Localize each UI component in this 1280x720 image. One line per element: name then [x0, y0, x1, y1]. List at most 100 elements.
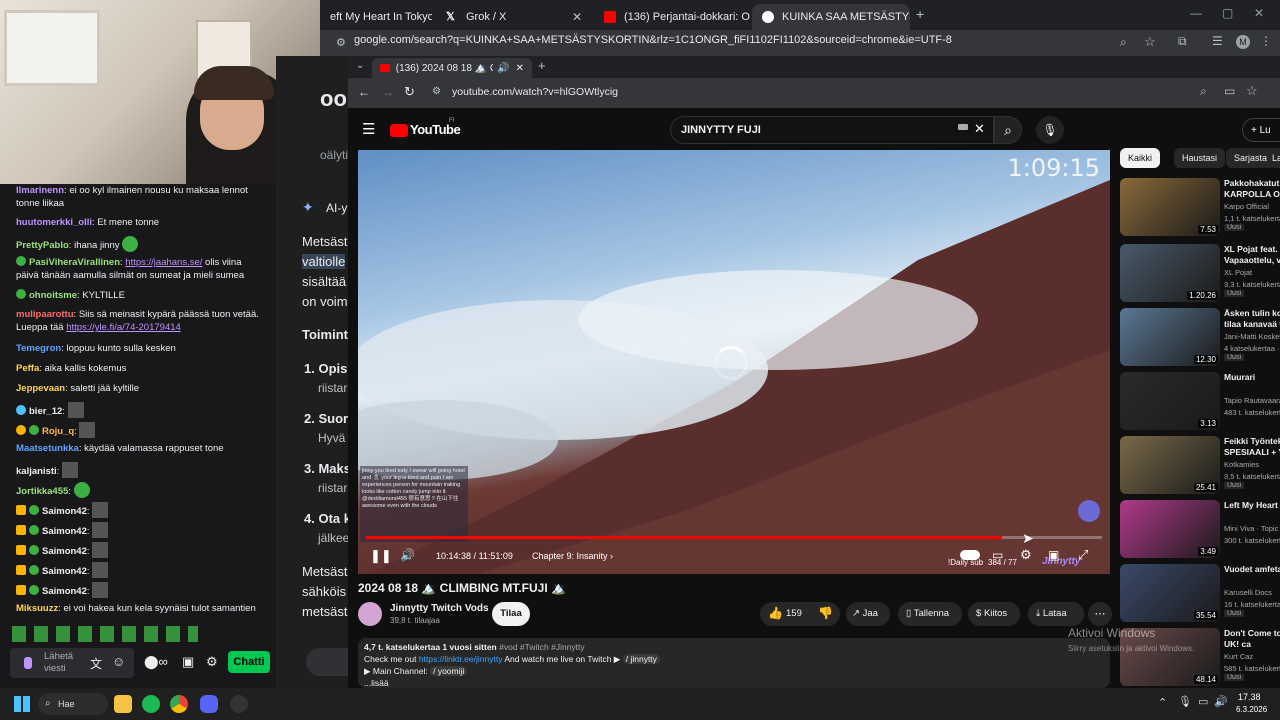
chat-username[interactable]: PrettyPablo [16, 240, 69, 251]
close-icon[interactable]: ✕ [566, 10, 582, 24]
keyboard-icon[interactable] [958, 124, 968, 130]
new-tab-button[interactable]: + [916, 6, 924, 22]
chat-username[interactable]: Maatsetunkka [16, 443, 79, 454]
audio-playing-icon[interactable]: 🔊 [497, 63, 509, 74]
spotify-icon[interactable] [142, 695, 160, 713]
chapter-button[interactable]: Chapter 9: Insanity › [532, 551, 613, 561]
windows-start-icon[interactable] [14, 696, 30, 712]
recommendation-item[interactable]: 25.41 Feikki TyöntekijSPESIAALI + Y Kotkam… [1120, 436, 1280, 494]
recommendation-title[interactable]: Feikki TyöntekijSPESIAALI + Y [1224, 436, 1280, 458]
cast-icon[interactable]: ▭ [1224, 84, 1235, 98]
video-thumbnail[interactable]: 1.20.26 [1120, 244, 1220, 302]
hamburger-menu-icon[interactable]: ☰ [362, 120, 375, 138]
chat-username[interactable]: kaljanisti [16, 466, 57, 477]
emote-picker-icon[interactable]: ☺ [112, 654, 125, 669]
search-button[interactable]: ⌕ [994, 116, 1022, 144]
chat-username[interactable]: huutomerkki_olli [16, 217, 92, 228]
share-button[interactable]: ↗ Jaa [846, 602, 890, 626]
recommendation-channel[interactable]: Karuselli Docs [1224, 588, 1272, 597]
chat-username[interactable]: ohnoitsme [29, 290, 77, 301]
chip-for-you[interactable]: Haustasi [1174, 148, 1226, 168]
gear-icon[interactable]: ⚙ [206, 654, 218, 670]
extensions-icon[interactable]: ⧉ [1178, 34, 1187, 49]
video-thumbnail[interactable]: 25.41 [1120, 436, 1220, 494]
translate-icon[interactable]: 文 [90, 655, 102, 672]
fullscreen-icon[interactable]: ⤢ [1078, 547, 1088, 563]
recommendation-title[interactable]: XL Pojat feat. A Vapaaottelu, vi [1224, 244, 1280, 266]
tray-chevron-icon[interactable]: ⌃ [1158, 696, 1167, 709]
minimize-icon[interactable]: — [1190, 6, 1202, 20]
chat-username[interactable]: Saimon42 [42, 546, 87, 557]
chat-username[interactable]: Miksuuzz [16, 603, 58, 614]
video-thumbnail[interactable]: 3.49 [1120, 500, 1220, 558]
gift-icon[interactable]: ▣ [182, 654, 194, 670]
browser-tab-active[interactable]: (136) 2024 08 18 🏔️ CLIMB 🔊 ✕ [372, 58, 532, 78]
chat-send-button[interactable]: Chatti [228, 651, 270, 673]
site-info-icon[interactable]: ⚙ [336, 36, 346, 49]
hashtags[interactable]: #vod #Twitch #Jinnytty [499, 642, 585, 652]
file-explorer-icon[interactable] [114, 695, 132, 713]
description-link[interactable]: / yoomiji [430, 666, 468, 676]
taskbar-date[interactable]: 6.3.2026 [1236, 705, 1267, 714]
channel-avatar[interactable] [358, 602, 382, 626]
download-button[interactable]: ⤓ Lataa [1028, 602, 1084, 626]
taskbar-time[interactable]: 17.38 [1238, 692, 1261, 702]
recommendation-channel[interactable]: XL Pojat [1224, 268, 1252, 277]
recommendation-item[interactable]: 7.53 Pakkohakatut KARPOLLA ON Karpo Officia… [1120, 178, 1280, 236]
maximize-icon[interactable]: ▢ [1222, 6, 1233, 20]
youtube-logo[interactable]: YouTube [410, 122, 461, 137]
recommendation-title[interactable]: Don't Come to UK! ca [1224, 628, 1280, 650]
close-window-icon[interactable]: ✕ [1254, 6, 1264, 20]
subscribe-button[interactable]: Tilaa [492, 602, 530, 626]
more-actions-icon[interactable]: ⋯ [1088, 602, 1112, 626]
pause-icon[interactable]: ❚❚ [370, 548, 392, 564]
recommendation-item[interactable]: 3.49 Left My Heart I Mini Viva · Topic 300 … [1120, 500, 1280, 558]
channel-points-icon[interactable]: ⬤∞ [144, 654, 168, 670]
like-icon[interactable]: 👍 [768, 606, 783, 620]
new-tab-button[interactable]: + [538, 58, 546, 73]
chip-all[interactable]: Kaikki [1120, 148, 1161, 168]
recommendation-item[interactable]: 1.20.26 XL Pojat feat. A Vapaaottelu, vi XL… [1120, 244, 1280, 302]
recommendation-channel[interactable]: Jani-Matti Koskel [1224, 332, 1280, 341]
browser-tab[interactable]: 𝕏 Grok / X ✕ [436, 4, 592, 30]
reload-icon[interactable]: ↻ [404, 84, 415, 100]
chat-username[interactable]: Jortikka455 [16, 486, 68, 497]
gear-icon[interactable]: ⚙ [1020, 547, 1032, 563]
video-thumbnail[interactable]: 12.30 [1120, 308, 1220, 366]
profile-avatar[interactable]: M [1236, 35, 1250, 49]
chat-link[interactable]: https://yle.fi/a/74-20179414 [66, 322, 181, 333]
chat-username[interactable]: Saimon42 [42, 526, 87, 537]
show-more-link[interactable]: ...lisää [364, 678, 389, 688]
recommendation-channel[interactable]: Tapio Rautavaara [1224, 396, 1280, 405]
bookmark-star-icon[interactable]: ☆ [1144, 34, 1156, 50]
forward-icon[interactable]: → [382, 85, 394, 99]
address-url[interactable]: google.com/search?q=KUINKA+SAA+METSÄSTYS… [354, 34, 952, 46]
speaker-icon[interactable]: 🔊 [1214, 695, 1228, 708]
sign-in-button[interactable]: + Lu [1242, 118, 1280, 142]
outer-address-bar[interactable]: ⚙ google.com/search?q=KUINKA+SAA+METSÄST… [320, 30, 1280, 56]
zoom-icon[interactable]: ⌕ [1120, 35, 1127, 50]
chat-username[interactable]: PasiViheraVirallinen [29, 257, 120, 268]
microphone-icon[interactable]: 🎙 [1178, 695, 1192, 708]
zoom-icon[interactable]: ⌕ [1200, 84, 1207, 99]
channel-name[interactable]: Jinnytty Twitch Vods [390, 603, 489, 614]
youtube-search-input[interactable]: JINNYTTY FUJI [670, 116, 994, 144]
video-thumbnail[interactable]: 3.13 [1120, 372, 1220, 430]
chat-input[interactable]: Lähetä viesti 文 ☺ [10, 648, 134, 678]
tab-search-icon[interactable]: ⌄ [356, 60, 364, 71]
reading-list-icon[interactable]: ☰ [1212, 34, 1223, 48]
recommendation-channel[interactable]: Mini Viva · Topic [1224, 524, 1278, 533]
youtube-logo-icon[interactable] [390, 124, 408, 137]
network-icon[interactable]: ▭ [1198, 695, 1208, 708]
recommendation-channel[interactable]: Kotkamies [1224, 460, 1259, 469]
chat-username[interactable]: Saimon42 [42, 586, 87, 597]
autoplay-toggle[interactable] [960, 550, 980, 560]
obs-icon[interactable] [230, 695, 248, 713]
close-icon[interactable]: ✕ [516, 63, 524, 74]
dislike-icon[interactable]: 👎 [818, 606, 833, 620]
menu-icon[interactable]: ⋮ [1260, 34, 1272, 48]
taskbar-search[interactable]: ⌕ Hae [38, 693, 108, 715]
video-thumbnail[interactable]: 35.54 [1120, 564, 1220, 622]
chat-username[interactable]: Saimon42 [42, 506, 87, 517]
chat-username[interactable]: Saimon42 [42, 566, 87, 577]
